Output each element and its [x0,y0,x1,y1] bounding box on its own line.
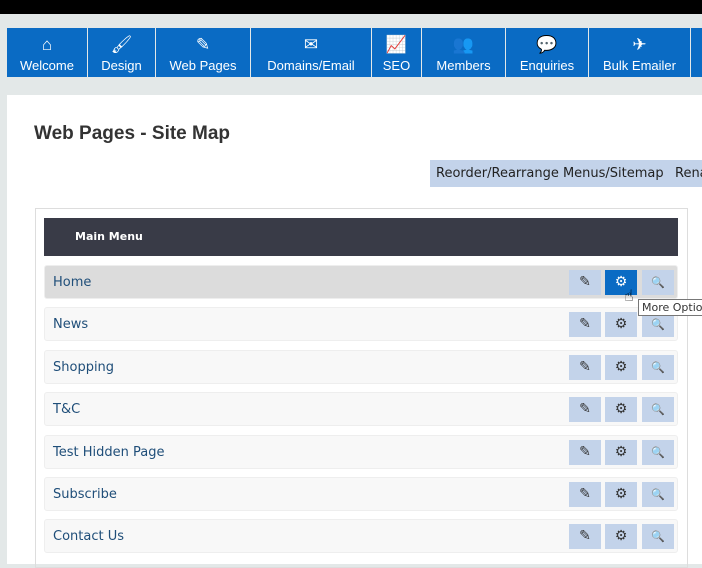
nav-design[interactable]: 🖌 Design [88,28,156,77]
preview-button[interactable]: 🔍 [642,482,674,507]
nav-label: Enquiries [519,58,575,73]
page-link[interactable]: Contact Us [53,529,124,544]
edit-button[interactable]: ✎ [569,439,601,465]
preview-button[interactable]: 🔍 [642,354,674,380]
edit-button[interactable]: ✎ [569,397,601,423]
search-icon: 🔍 [651,403,665,417]
edit-icon: ✎ [579,316,591,333]
page-link[interactable]: Shopping [53,360,114,375]
more-options-button[interactable]: ⚙ [605,482,637,507]
nav-seo[interactable]: 📈 SEO [372,28,422,77]
edit-icon: ✎ [195,35,211,54]
sitemap-row[interactable]: Test Hidden Page ✎ ⚙ 🔍 [44,434,678,469]
sitemap-row[interactable]: Subscribe ✎ ⚙ 🔍 [44,477,678,511]
search-icon: 🔍 [651,530,665,544]
more-options-button[interactable]: ⚙ [605,354,637,380]
nav-more[interactable] [691,28,702,77]
edit-icon: ✎ [579,443,591,460]
gear-icon: ⚙ [614,443,628,460]
nav-label: Web Pages [169,58,237,73]
sitemap-box: Main Menu Home ✎ ⚙ 🔍 News ✎ ⚙ 🔍 Shopping ✎… [35,208,688,568]
page-link[interactable]: Subscribe [53,487,117,502]
sitemap-row[interactable]: Shopping ✎ ⚙ 🔍 [44,349,678,384]
search-icon: 🔍 [651,488,665,501]
chart-line-icon: 📈 [385,35,408,54]
paper-plane-icon: ✈ [632,35,647,54]
brush-icon: 🖌 [110,35,133,54]
nav-label: Members [436,58,491,73]
edit-button[interactable]: ✎ [569,524,601,550]
preview-button[interactable]: 🔍 [642,270,674,295]
edit-icon: ✎ [579,486,591,502]
comments-icon: 💬 [536,35,558,54]
nav-enquiries[interactable]: 💬 Enquiries [506,28,589,77]
edit-button[interactable]: ✎ [569,482,601,507]
gear-icon: ⚙ [614,316,628,333]
edit-icon: ✎ [579,401,591,418]
sitemap-row[interactable]: T&C ✎ ⚙ 🔍 [44,392,678,427]
more-options-button[interactable]: ⚙ [605,397,637,423]
home-icon: ⌂ [41,35,53,54]
sitemap-row[interactable]: Contact Us ✎ ⚙ 🔍 [44,519,678,554]
more-options-button[interactable]: ⚙ [605,312,637,338]
nav-label: Bulk Emailer [603,58,676,73]
main-nav: ⌂ Welcome 🖌 Design ✎ Web Pages ✉ Domains/Ema… [7,28,702,77]
page-link[interactable]: T&C [53,402,80,417]
envelope-icon: ✉ [303,35,319,54]
preview-button[interactable]: 🔍 [642,397,674,423]
preview-button[interactable]: 🔍 [642,439,674,465]
more-options-button[interactable]: ⚙ [605,439,637,465]
edit-button[interactable]: ✎ [569,354,601,380]
sitemap-row[interactable]: News ✎ ⚙ 🔍 [44,307,678,342]
search-icon: 🔍 [651,360,665,374]
users-icon: 👥 [452,35,475,54]
top-bar [0,0,702,14]
edit-icon: ✎ [579,274,591,290]
preview-button[interactable]: 🔍 [642,312,674,338]
nav-bulk-emailer[interactable]: ✈ Bulk Emailer [589,28,691,77]
page-link[interactable]: Test Hidden Page [53,445,164,460]
hand-cursor-icon: ☝ [624,286,634,305]
nav-members[interactable]: 👥 Members [422,28,506,77]
reorder-button[interactable]: Reorder/Rearrange Menus/Sitemap [430,160,670,187]
page-link[interactable]: Home [53,275,91,290]
edit-button[interactable]: ✎ [569,312,601,338]
main-menu-header: Main Menu [44,218,678,256]
nav-web-pages[interactable]: ✎ Web Pages [156,28,251,77]
edit-icon: ✎ [579,528,591,545]
content-panel: Web Pages - Site Map Reorder/Rearrange M… [7,95,702,568]
page-title: Web Pages - Site Map [34,123,231,144]
more-options-button[interactable]: ⚙ [605,524,637,550]
nav-label: SEO [382,58,411,73]
search-icon: 🔍 [651,445,665,459]
nav-label: Design [101,58,142,73]
rename-button[interactable]: Rename [669,160,702,187]
search-icon: 🔍 [651,276,665,289]
nav-label: Welcome [20,58,74,73]
nav-label: Domains/Email [267,58,355,73]
gear-icon: ⚙ [614,528,628,545]
search-icon: 🔍 [651,318,665,332]
gear-icon: ⚙ [614,486,628,502]
nav-domains-email[interactable]: ✉ Domains/Email [251,28,372,77]
sitemap-row[interactable]: Home ✎ ⚙ 🔍 [44,265,678,299]
tooltip: More Options [638,299,702,316]
edit-button[interactable]: ✎ [569,270,601,295]
gear-icon: ⚙ [614,358,628,375]
page-link[interactable]: News [53,317,88,332]
edit-icon: ✎ [579,358,591,375]
gear-icon: ⚙ [614,401,628,418]
preview-button[interactable]: 🔍 [642,524,674,550]
nav-welcome[interactable]: ⌂ Welcome [7,28,88,77]
